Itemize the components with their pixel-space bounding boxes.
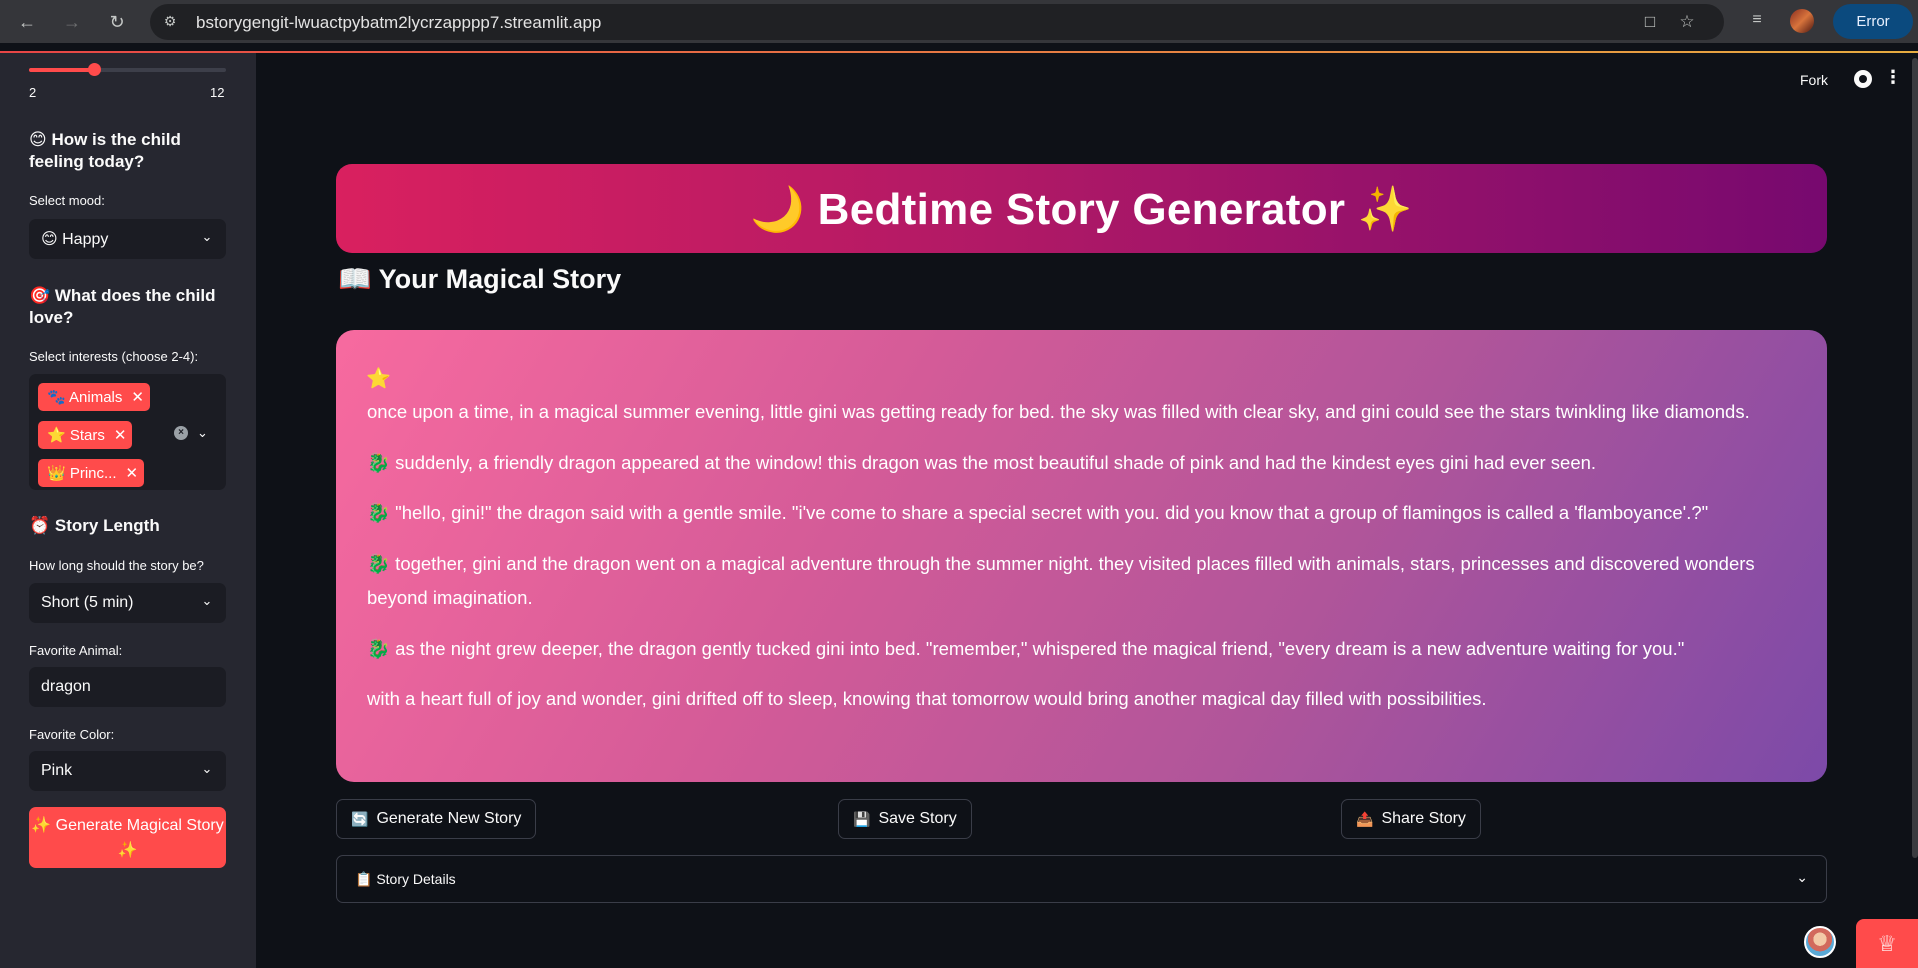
expander-label: 📋 Story Details: [355, 871, 456, 887]
chip-princesses[interactable]: 👑 Princ... ✕: [38, 459, 145, 487]
generate-story-button[interactable]: ✨ Generate Magical Story ✨: [29, 807, 226, 868]
length-label: How long should the story be?: [29, 558, 204, 573]
crown-icon[interactable]: ♕: [1856, 919, 1918, 968]
chevron-down-icon: ⌄: [201, 229, 213, 244]
url-text[interactable]: bstorygengit-lwuactpybatm2lycrzapppp7.st…: [196, 13, 601, 33]
chevron-down-icon[interactable]: ⌄: [197, 425, 208, 441]
fork-button[interactable]: Fork: [1800, 72, 1828, 88]
profile-avatar[interactable]: [1790, 9, 1814, 33]
story-paragraph: 🐉 suddenly, a friendly dragon appeared a…: [367, 452, 1597, 473]
button-label: Share Story: [1381, 810, 1466, 827]
page-title: 🌙 Bedtime Story Generator ✨: [750, 184, 1413, 234]
color-select[interactable]: Pink ⌄: [29, 751, 226, 791]
creator-avatar[interactable]: [1804, 926, 1836, 958]
reload-icon[interactable]: ↻: [103, 8, 131, 36]
chip-label: ⭐ Stars: [47, 427, 105, 444]
main-content: Fork ⋮ 🌙 Bedtime Story Generator ✨ 📖 You…: [256, 53, 1918, 968]
clear-all-icon[interactable]: ×: [174, 426, 188, 440]
animal-label: Favorite Animal:: [29, 643, 123, 658]
browser-toolbar: ← → ↻ ⚙ bstorygengit-lwuactpybatm2lycrza…: [0, 0, 1918, 43]
color-label: Favorite Color:: [29, 727, 115, 742]
interests-heading: 🎯 What does the child love?: [29, 286, 216, 327]
button-label: Generate New Story: [376, 810, 522, 827]
length-select[interactable]: Short (5 min) ⌄: [29, 583, 226, 623]
chip-animals[interactable]: 🐾 Animals ✕: [38, 383, 150, 411]
chevron-down-icon: ⌄: [201, 761, 213, 776]
error-button[interactable]: Error: [1833, 4, 1913, 39]
share-icon: 📤: [1356, 810, 1374, 827]
mood-heading: 😊 How is the child feeling today?: [29, 130, 181, 171]
slider-thumb[interactable]: [88, 63, 101, 76]
bookmark-star-icon[interactable]: ☆: [1676, 12, 1698, 32]
floppy-disk-icon: 💾: [853, 810, 871, 827]
story-paragraph: with a heart full of joy and wonder, gin…: [367, 688, 1487, 709]
sidebar: 2 12 😊 How is the child feeling today? S…: [0, 53, 256, 968]
chip-stars[interactable]: ⭐ Stars ✕: [38, 421, 133, 449]
slider-fill: [29, 68, 94, 72]
age-slider[interactable]: [29, 63, 226, 76]
chip-label: 👑 Princ...: [47, 465, 117, 482]
story-card: ⭐ once upon a time, in a magical summer …: [336, 330, 1827, 782]
chip-label: 🐾 Animals: [47, 389, 123, 406]
animal-input[interactable]: dragon: [29, 667, 226, 707]
chevron-down-icon: ⌄: [201, 593, 213, 608]
story-details-expander[interactable]: 📋 Story Details ⌄: [336, 855, 1827, 903]
install-app-icon[interactable]: □: [1639, 12, 1661, 32]
interests-label: Select interests (choose 2-4):: [29, 349, 199, 364]
main-menu-button[interactable]: ⋮: [1884, 67, 1902, 88]
chip-remove-icon[interactable]: ✕: [126, 464, 139, 482]
save-story-button[interactable]: 💾 Save Story: [838, 799, 972, 839]
site-info-icon[interactable]: ⚙: [160, 13, 180, 31]
forward-arrow-icon[interactable]: →: [58, 8, 86, 36]
chip-remove-icon[interactable]: ✕: [131, 388, 144, 406]
color-select-value: Pink: [41, 762, 73, 779]
progress-line: [0, 51, 1918, 53]
back-arrow-icon[interactable]: ←: [13, 8, 41, 36]
address-bar[interactable]: ⚙ bstorygengit-lwuactpybatm2lycrzapppp7.…: [150, 4, 1724, 40]
mood-select[interactable]: 😊 Happy ⌄: [29, 219, 226, 259]
slider-min-label: 2: [29, 85, 37, 100]
tab-search-icon[interactable]: ≡: [1746, 11, 1768, 31]
story-paragraph: 🐉 as the night grew deeper, the dragon g…: [367, 638, 1685, 659]
scrollbar[interactable]: [1912, 58, 1918, 858]
star-icon: ⭐: [366, 368, 391, 390]
story-paragraph: 🐉 together, gini and the dragon went on …: [367, 553, 1755, 608]
refresh-icon: 🔄: [351, 810, 369, 827]
length-select-value: Short (5 min): [41, 594, 134, 611]
mood-label: Select mood:: [29, 193, 105, 208]
mood-select-value: 😊 Happy: [41, 231, 109, 248]
chip-remove-icon[interactable]: ✕: [114, 426, 127, 444]
github-icon[interactable]: [1854, 70, 1872, 88]
story-paragraph: once upon a time, in a magical summer ev…: [367, 401, 1750, 422]
generate-new-story-button[interactable]: 🔄 Generate New Story: [336, 799, 537, 839]
hero-banner: 🌙 Bedtime Story Generator ✨: [336, 164, 1827, 253]
story-paragraph: 🐉 "hello, gini!" the dragon said with a …: [367, 502, 1709, 523]
share-story-button[interactable]: 📤 Share Story: [1341, 799, 1481, 839]
button-label: Save Story: [878, 810, 957, 827]
slider-max-label: 12: [210, 85, 225, 100]
length-heading: ⏰ Story Length: [29, 516, 160, 535]
interests-multiselect[interactable]: 🐾 Animals ✕ ⭐ Stars ✕ 👑 Princ... ✕ × ⌄: [29, 374, 226, 490]
story-section-heading: 📖 Your Magical Story: [338, 264, 622, 294]
chevron-down-icon: ⌄: [1796, 869, 1808, 885]
